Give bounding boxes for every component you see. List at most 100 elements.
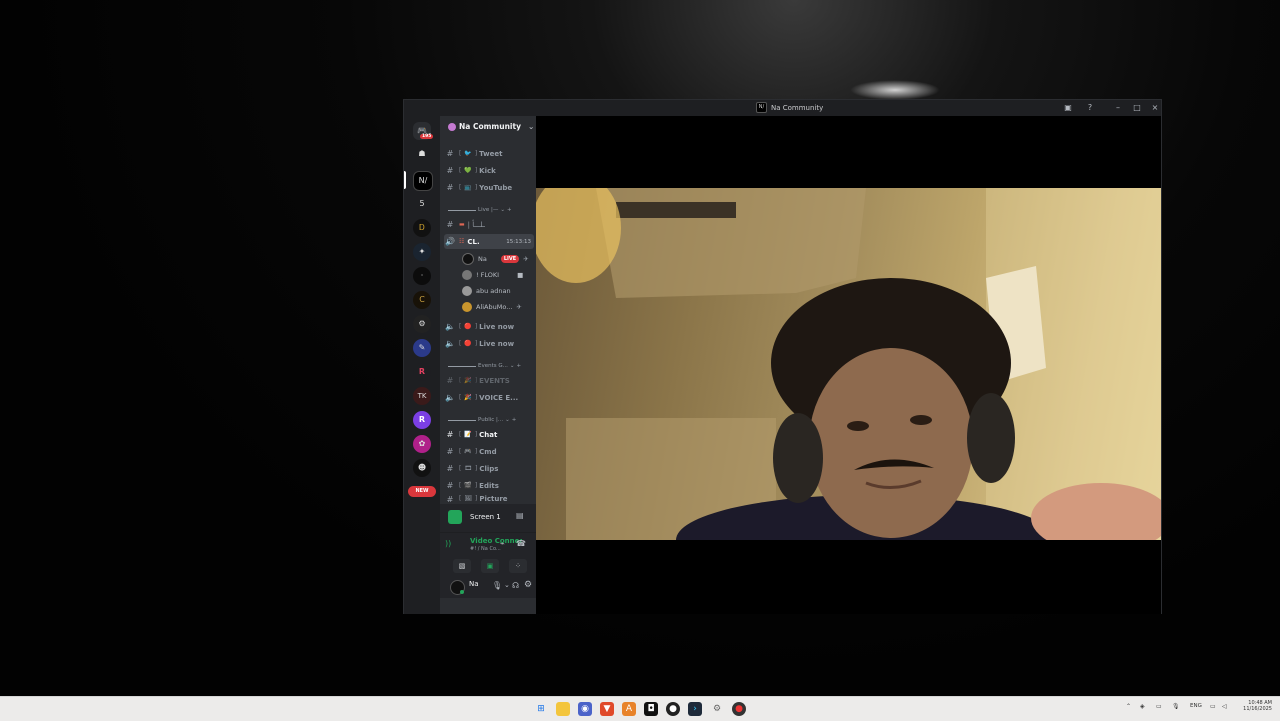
clock[interactable]: 10:48 AM 11/16/2025 [1238, 700, 1272, 712]
minimize-icon[interactable]: – [1112, 102, 1124, 114]
app-icon[interactable]: ◉ [578, 702, 592, 716]
swirl-server-icon[interactable]: Ꭰ [413, 219, 431, 237]
stream-viewer[interactable] [536, 116, 1161, 614]
discord-window: N/ Na Community ▣ ? – □ × 🎮 195 ☗ N/ 5 Ꭰ… [403, 99, 1162, 614]
category-label: Live |— [478, 207, 499, 213]
close-icon[interactable]: × [1149, 102, 1161, 114]
voice-status[interactable]: Video Connected [470, 537, 522, 545]
headphones-icon[interactable]: ☊ [512, 581, 519, 590]
video-camera-icon: ■ [517, 270, 524, 279]
server-badge-icon [448, 122, 456, 131]
pink-server-icon[interactable]: ✿ [413, 435, 431, 453]
robot-icon[interactable]: ☗ [413, 145, 431, 163]
title-bar[interactable]: N/ Na Community ▣ ? – □ × [404, 100, 1161, 116]
network-icon[interactable]: ▭ [1210, 703, 1216, 710]
add-channel-icon[interactable]: + [507, 207, 512, 213]
voice-user[interactable]: ! FLOKI ■ [462, 268, 523, 281]
tk-server-icon[interactable]: TK [413, 387, 431, 405]
recorder-icon[interactable]: ● [732, 702, 746, 716]
r-server-icon[interactable]: R [413, 363, 431, 381]
volume-icon[interactable]: ◁ [1222, 703, 1227, 710]
channel-clips[interactable]: #[ 🎞] Clips [444, 461, 534, 476]
taskbar: ⊞ ◉ ▼ A ◘ ● › ⚙ ● ⌃ ◈ ▭ 🎙 ENG ▭ ◁ 10:48 … [0, 696, 1280, 721]
channel-kick[interactable]: #[ 💚] Kick [444, 163, 534, 178]
language-indicator[interactable]: ENG [1190, 703, 1202, 709]
help-icon[interactable]: ? [1084, 102, 1096, 114]
channel-cmd[interactable]: #[ 🎮] Cmd [444, 444, 534, 459]
a-app-icon[interactable]: A [622, 702, 636, 716]
user-name: Na [478, 254, 487, 263]
channel-emoji: 🖼 [464, 495, 472, 502]
chevron-down-icon[interactable]: ⌄ [504, 581, 510, 589]
chevron-up-icon[interactable]: ⌃ [1126, 703, 1131, 710]
number-server-icon[interactable]: 5 [413, 195, 431, 213]
face-server-icon[interactable]: ☻ [413, 459, 431, 477]
category-events[interactable]: Events G... ⌄ + [448, 363, 521, 369]
voice-user[interactable]: Na LIVE ✈ [462, 252, 529, 265]
dark-server-icon[interactable]: · [413, 267, 431, 285]
channel-tweet[interactable]: #[ 🐦] Tweet [444, 146, 534, 161]
ceiling-vent [616, 202, 736, 218]
channel-picture[interactable]: #[ 🖼] Picture [444, 495, 534, 503]
voice-user[interactable]: AliAbuMo... ✈ [462, 300, 522, 313]
maximize-icon[interactable]: □ [1131, 102, 1143, 114]
voice-channel-live-now[interactable]: 🔈[ 🔴] Live now [444, 336, 534, 351]
new-badge: NEW [408, 486, 436, 497]
channel-live-text[interactable]: # ▬ | ـلـــأ [444, 217, 534, 232]
figure-server-icon[interactable]: ✦ [413, 243, 431, 261]
tray-app-icon[interactable]: ◈ [1140, 703, 1145, 710]
channel-edits[interactable]: #[ 🎬] Edits [444, 478, 534, 493]
channel-emoji: 💚 [464, 167, 472, 174]
tray-app-icon[interactable]: ▭ [1156, 703, 1162, 710]
channel-events[interactable]: #[ 🎉] EVENTS [444, 373, 534, 388]
c-server-icon[interactable]: C [413, 291, 431, 309]
activities-icon[interactable]: ⁘ [509, 559, 527, 573]
feather-server-icon[interactable]: ✎ [413, 339, 431, 357]
brave-browser-icon[interactable]: ▼ [600, 702, 614, 716]
category-live[interactable]: Live |— ⌄ + [448, 207, 512, 213]
windows-start-icon[interactable]: ⊞ [534, 702, 548, 716]
screen-share-icon[interactable]: ▣ [481, 559, 499, 573]
channel-youtube[interactable]: #[ 📺] YouTube [444, 180, 534, 195]
disconnect-icon[interactable]: ☎ [516, 539, 526, 548]
stream-thumbnail-icon [448, 510, 462, 524]
terminal-icon[interactable]: › [688, 702, 702, 716]
hash-icon: # [446, 447, 454, 456]
channel-chat[interactable]: #[ 📝] Chat [444, 427, 534, 442]
voice-user[interactable]: abu adnan [462, 284, 511, 297]
webcam-video[interactable] [536, 188, 1161, 540]
stream-settings-icon[interactable]: ▤ [516, 511, 524, 520]
inbox-icon[interactable]: ▣ [1062, 102, 1074, 114]
add-channel-icon[interactable]: + [512, 417, 517, 423]
category-public[interactable]: Public |... ⌄ + [448, 417, 516, 423]
add-channel-icon[interactable]: + [517, 363, 522, 369]
file-explorer-icon[interactable] [556, 702, 570, 716]
microphone-icon[interactable]: 🎙 [1172, 703, 1180, 710]
voice-channel-sub[interactable]: #! / Na Co... [470, 546, 522, 552]
camera-off-icon[interactable]: ▧ [453, 559, 471, 573]
voice-channel-live-now[interactable]: 🔈[ 🔴] Live now [444, 319, 534, 334]
gear-icon[interactable]: ⚙ [524, 580, 532, 590]
voice-channel-events[interactable]: 🔈[ 🎉] VOICE E... [444, 390, 534, 405]
purple-r-server-icon[interactable]: R [413, 411, 431, 429]
channel-name: CL. [467, 237, 480, 246]
settings-icon[interactable]: ⚙ [710, 702, 724, 716]
channel-emoji: 🐦 [464, 150, 472, 157]
voice-channel-active[interactable]: 🔊 ☷ CL. 15:13:13 [444, 234, 534, 249]
microphone-icon[interactable]: 🎙 [492, 581, 502, 590]
server-rail: 🎮 195 ☗ N/ 5 Ꭰ ✦ · C ⚙ ✎ R TK R ✿ ☻ NEW [404, 116, 440, 614]
user-name: AliAbuMo... [476, 302, 513, 311]
hash-icon: # [446, 376, 454, 385]
hash-icon: # [446, 464, 454, 473]
user-name[interactable]: Na [469, 580, 479, 588]
noise-suppression-icon[interactable]: ⌁ [500, 539, 505, 548]
discord-icon[interactable]: ◘ [644, 702, 658, 716]
gear-server-icon[interactable]: ⚙ [413, 315, 431, 333]
channel-emoji: 🎞 [464, 465, 472, 472]
na-server-icon[interactable]: N/ [413, 171, 433, 191]
signal-icon[interactable]: )) [445, 539, 451, 548]
category-label: Public |... [478, 417, 504, 423]
person-face [809, 348, 973, 538]
server-name-header[interactable]: Na Community ⌄ [448, 122, 534, 131]
obs-icon[interactable]: ● [666, 702, 680, 716]
